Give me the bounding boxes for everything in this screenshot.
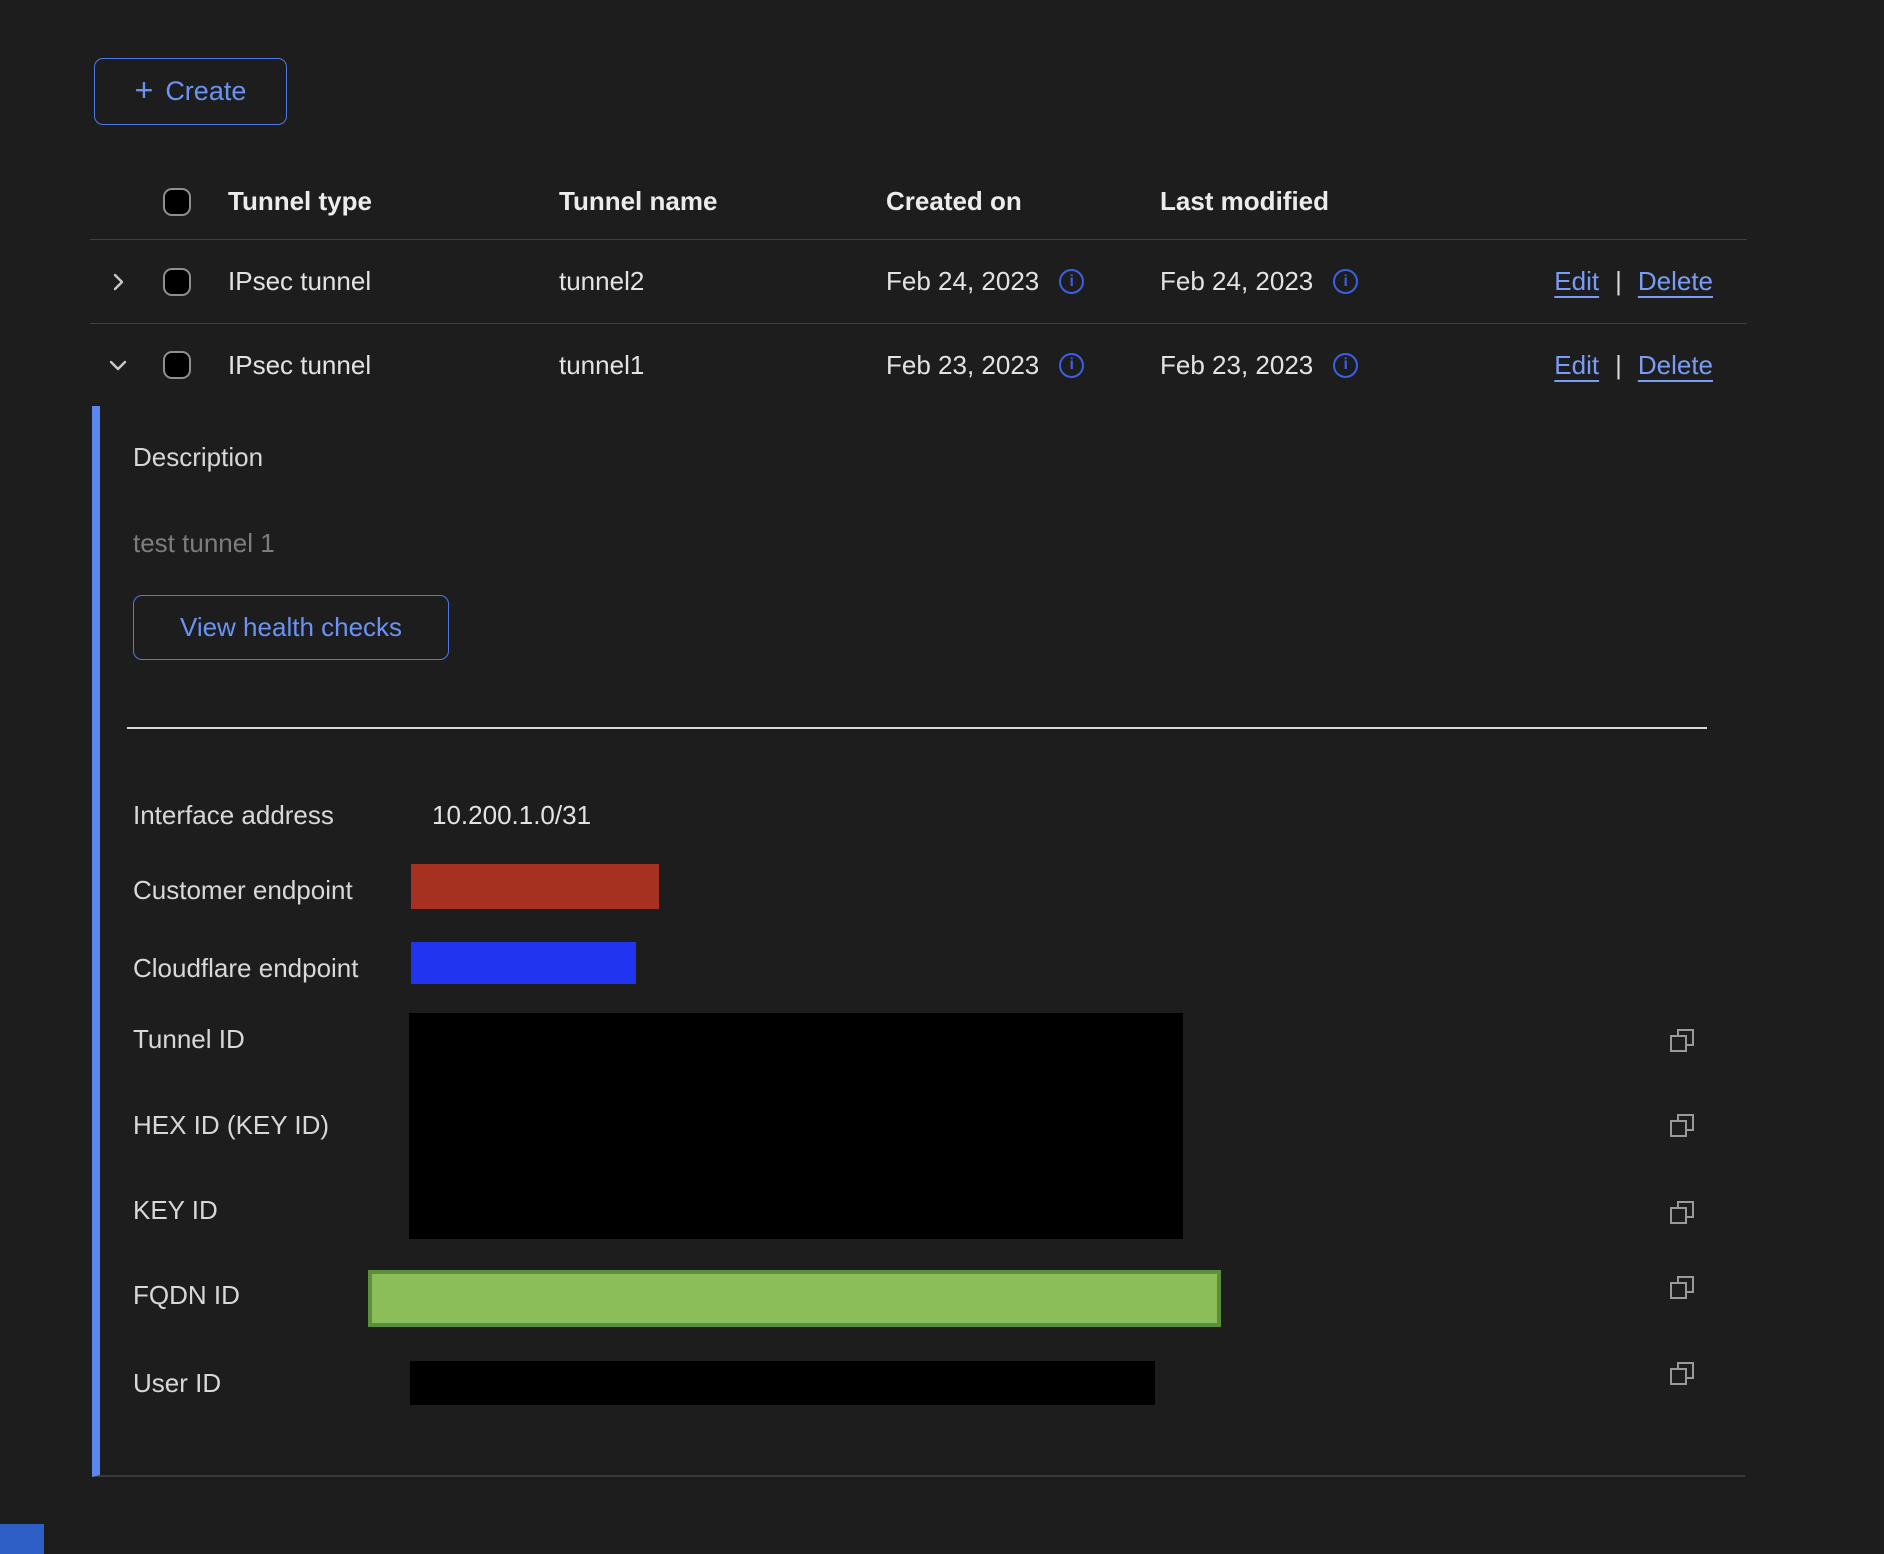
tunnel-id-label: Tunnel ID [133, 1024, 245, 1054]
copy-icon[interactable] [1668, 1360, 1695, 1387]
cloudflare-endpoint-label: Cloudflare endpoint [133, 953, 359, 983]
create-button[interactable]: + Create [94, 58, 287, 125]
customer-endpoint-redaction-bar [411, 864, 659, 909]
collapse-row-button[interactable] [106, 354, 130, 376]
copy-icon[interactable] [1668, 1112, 1695, 1139]
column-header-tunnel-name: Tunnel name [559, 186, 886, 217]
column-header-last-modified: Last modified [1160, 186, 1747, 217]
pipe-separator: | [1615, 266, 1622, 297]
info-icon[interactable]: i [1333, 269, 1358, 294]
offscreen-ui-fragment [0, 1524, 44, 1554]
interface-address-label: Interface address [133, 800, 334, 830]
plus-icon: + [135, 74, 154, 106]
expand-row-button[interactable] [106, 271, 130, 293]
row-checkbox[interactable] [163, 268, 191, 296]
view-health-checks-button[interactable]: View health checks [133, 595, 449, 660]
table-row: IPsec tunnel tunnel2 Feb 24, 2023 i Feb … [90, 240, 1747, 324]
hex-id-label: HEX ID (KEY ID) [133, 1110, 329, 1140]
fqdn-id-redaction-bar [368, 1270, 1221, 1327]
created-on-cell: Feb 24, 2023 [886, 266, 1039, 297]
description-value: test tunnel 1 [133, 528, 275, 558]
expanded-row-panel: Description test tunnel 1 View health ch… [92, 406, 1745, 1477]
edit-link[interactable]: Edit [1554, 350, 1599, 381]
fqdn-id-label: FQDN ID [133, 1280, 240, 1310]
select-all-checkbox[interactable] [163, 188, 191, 216]
description-label: Description [133, 442, 263, 472]
info-icon[interactable]: i [1333, 353, 1358, 378]
pipe-separator: | [1615, 350, 1622, 381]
copy-icon[interactable] [1668, 1274, 1695, 1301]
last-modified-cell: Feb 23, 2023 [1160, 350, 1313, 381]
customer-endpoint-label: Customer endpoint [133, 875, 353, 905]
tunnel-name-cell: tunnel2 [559, 266, 886, 297]
create-button-label: Create [165, 76, 246, 107]
chevron-down-icon [107, 354, 129, 376]
last-modified-cell: Feb 24, 2023 [1160, 266, 1313, 297]
column-header-tunnel-type: Tunnel type [228, 186, 559, 217]
table-header-row: Tunnel type Tunnel name Created on Last … [90, 164, 1747, 240]
cloudflare-endpoint-redaction-bar [411, 942, 636, 984]
table-row: IPsec tunnel tunnel1 Feb 23, 2023 i Feb … [90, 324, 1747, 406]
tunnels-page: + Create Tunnel type Tunnel name Created… [0, 0, 1884, 1554]
info-icon[interactable]: i [1059, 269, 1084, 294]
tunnel-name-cell: tunnel1 [559, 350, 886, 381]
info-icon[interactable]: i [1059, 353, 1084, 378]
edit-link[interactable]: Edit [1554, 266, 1599, 297]
key-id-label: KEY ID [133, 1195, 218, 1225]
delete-link[interactable]: Delete [1638, 266, 1713, 297]
user-id-redaction-bar [410, 1361, 1155, 1405]
copy-icon[interactable] [1668, 1027, 1695, 1054]
row-checkbox[interactable] [163, 351, 191, 379]
tunnel-type-cell: IPsec tunnel [228, 350, 559, 381]
section-divider [127, 727, 1707, 729]
created-on-cell: Feb 23, 2023 [886, 350, 1039, 381]
interface-address-value: 10.200.1.0/31 [432, 800, 591, 830]
user-id-label: User ID [133, 1368, 221, 1398]
chevron-right-icon [107, 271, 129, 293]
tunnel-type-cell: IPsec tunnel [228, 266, 559, 297]
copy-icon[interactable] [1668, 1199, 1695, 1226]
ids-redaction-block [409, 1013, 1183, 1239]
column-header-created-on: Created on [886, 186, 1160, 217]
delete-link[interactable]: Delete [1638, 350, 1713, 381]
